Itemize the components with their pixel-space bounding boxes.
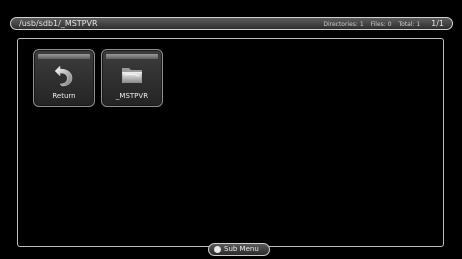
directory-stats: Directories: 1 Files: 0 Total: 1 1/1 <box>318 18 444 31</box>
item-top-bar <box>106 54 158 59</box>
item-label-return: Return <box>52 92 76 100</box>
return-item[interactable]: Return <box>33 49 95 107</box>
item-top-bar <box>38 54 90 59</box>
folder-icon <box>122 68 142 83</box>
current-path: /usb/sdb1/_MSTPVR <box>19 19 98 28</box>
folder-item-mstpvr[interactable]: _MSTPVR <box>101 49 163 107</box>
path-header-bar: /usb/sdb1/_MSTPVR Directories: 1 Files: … <box>10 17 453 30</box>
page-indicator: 1/1 <box>431 19 444 28</box>
circle-button-icon <box>214 246 221 253</box>
item-label-mstpvr: _MSTPVR <box>115 92 149 100</box>
directories-count: Directories: 1 <box>323 21 364 28</box>
sub-menu-button[interactable]: Sub Menu <box>208 243 270 256</box>
total-count: Total: 1 <box>398 21 421 28</box>
sub-menu-label: Sub Menu <box>224 245 259 253</box>
files-count: Files: 0 <box>370 21 392 28</box>
file-browser-panel: Return _MSTPVR <box>17 38 444 247</box>
return-arrow-icon <box>54 65 73 87</box>
